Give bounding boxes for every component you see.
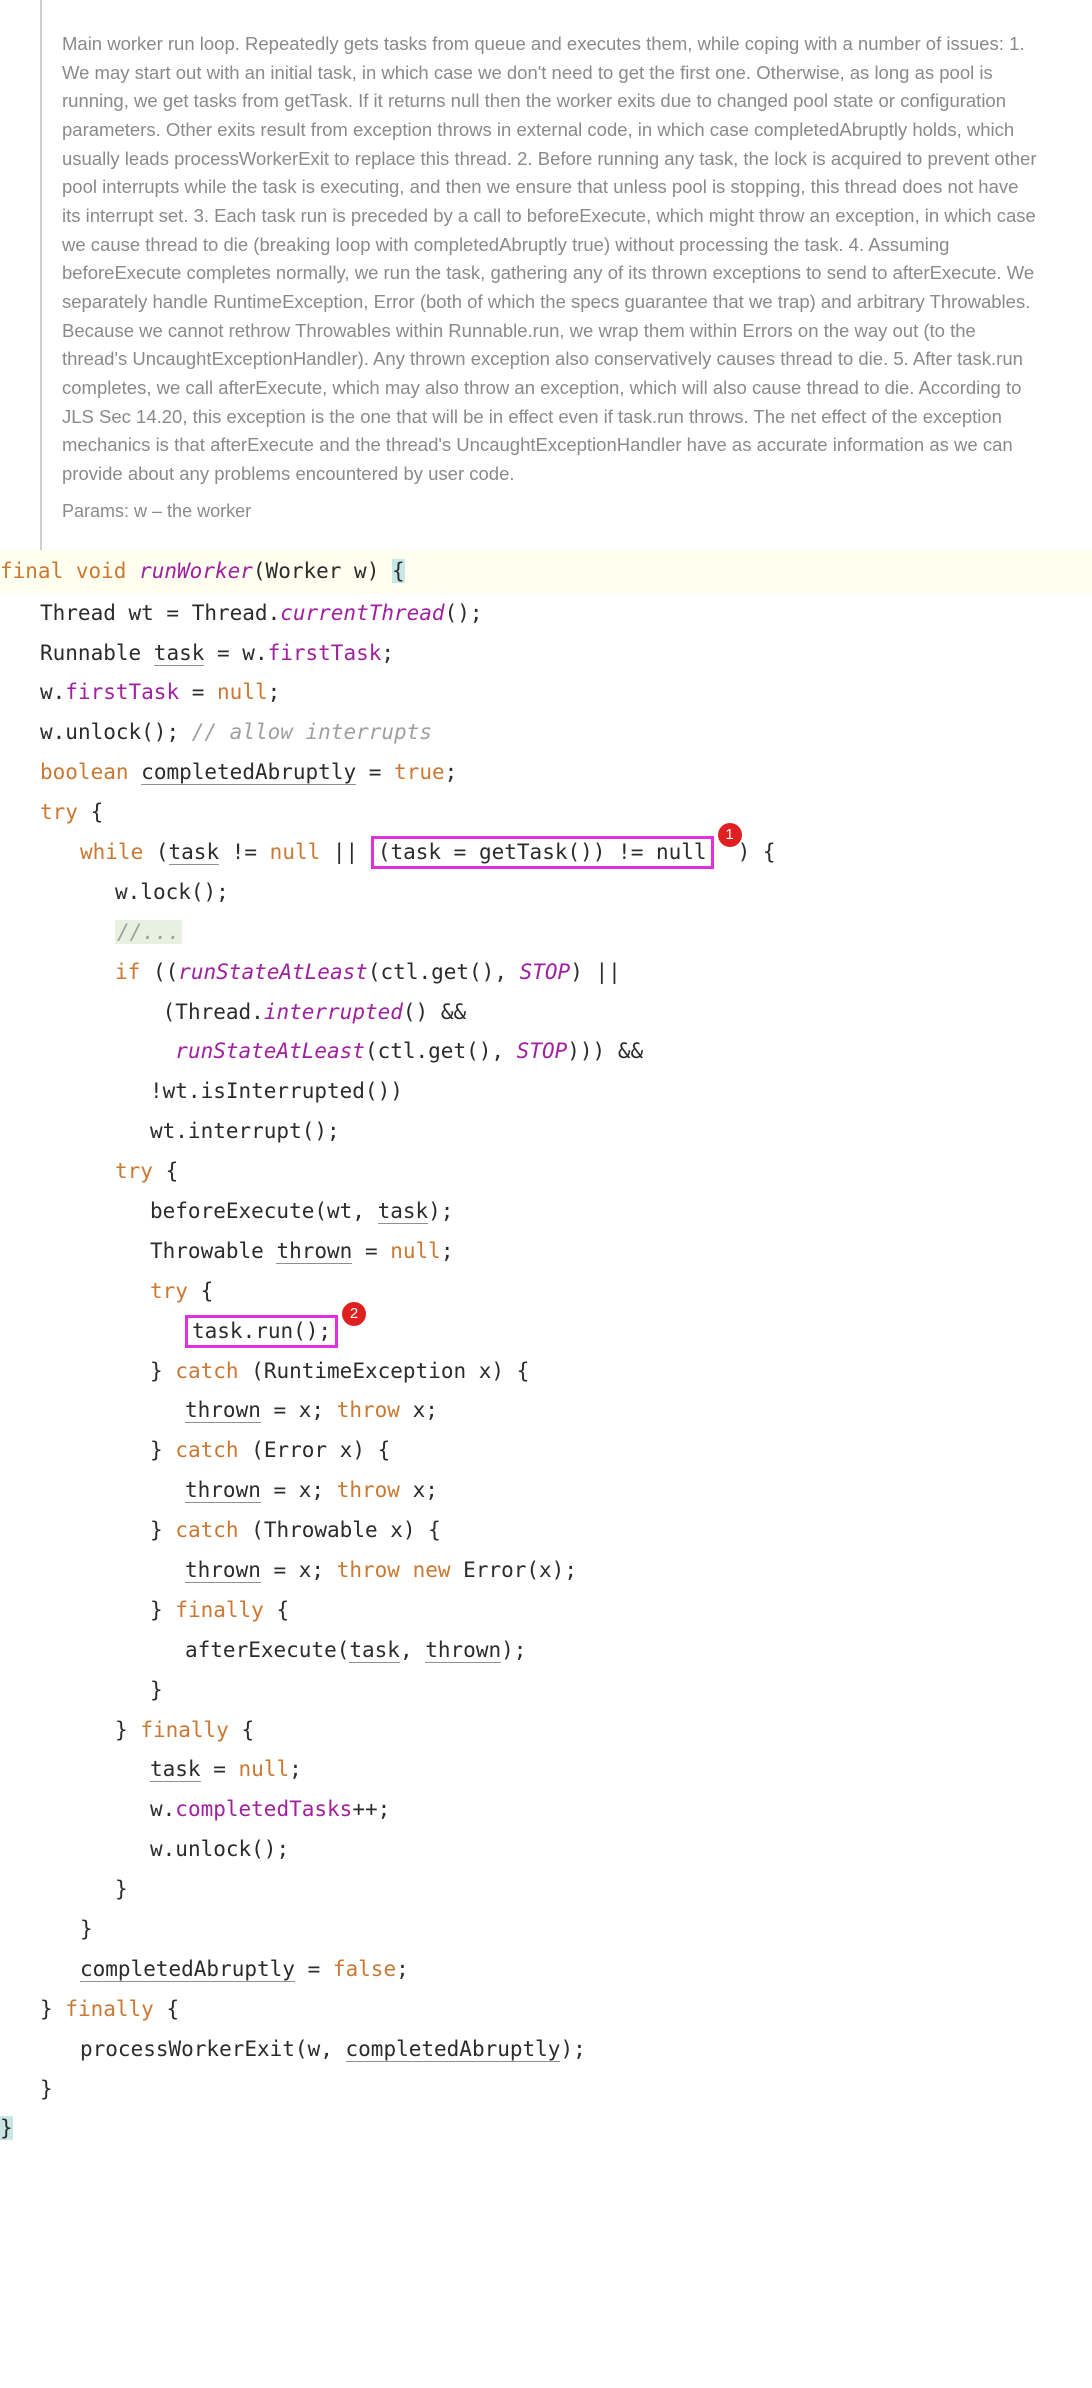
code-line: Throwable thrown = null;	[0, 1232, 1092, 1272]
params-value: w – the worker	[134, 501, 251, 521]
code-line: } catch (Error x) {	[0, 1431, 1092, 1471]
code-line: task = null;	[0, 1750, 1092, 1790]
javadoc-params: Params: w – the worker	[62, 501, 1042, 522]
highlight-box-2: task.run();	[185, 1315, 338, 1348]
code-line: if ((runStateAtLeast(ctl.get(), STOP) ||	[0, 953, 1092, 993]
code-line: } catch (Throwable x) {	[0, 1511, 1092, 1551]
code-line: } finally {	[0, 1591, 1092, 1631]
code-line: } catch (RuntimeException x) {	[0, 1352, 1092, 1392]
method-close-brace: }	[0, 2109, 1092, 2149]
code-line: completedAbruptly = false;	[0, 1950, 1092, 1990]
code-line: !wt.isInterrupted())	[0, 1072, 1092, 1112]
code-line: thrown = x; throw new Error(x);	[0, 1551, 1092, 1591]
code-line: }	[0, 1870, 1092, 1910]
code-line: w.unlock();	[0, 1830, 1092, 1870]
code-line: thrown = x; throw x;	[0, 1471, 1092, 1511]
code-line: } finally {	[0, 1990, 1092, 2030]
code-line: runStateAtLeast(ctl.get(), STOP))) &&	[0, 1032, 1092, 1072]
code-line: Runnable task = w.firstTask;	[0, 634, 1092, 674]
code-line: }	[0, 1671, 1092, 1711]
code-line: thrown = x; throw x;	[0, 1391, 1092, 1431]
code-line: processWorkerExit(w, completedAbruptly);	[0, 2030, 1092, 2070]
code-line: }	[0, 2070, 1092, 2110]
highlight-box-1: (task = getTask()) != null	[371, 836, 714, 869]
javadoc-comment: Main worker run loop. Repeatedly gets ta…	[62, 30, 1042, 489]
brace-highlight: {	[392, 559, 405, 583]
annotation-badge-1: 1	[718, 823, 742, 847]
code-line: w.completedTasks++;	[0, 1790, 1092, 1830]
code-line: try {	[0, 1272, 1092, 1312]
code-line: beforeExecute(wt, task);	[0, 1192, 1092, 1232]
code-line: Thread wt = Thread.currentThread();	[0, 594, 1092, 634]
code-line: w.unlock(); // allow interrupts	[0, 713, 1092, 753]
code-block: final void runWorker(Worker w) { Thread …	[0, 550, 1092, 2150]
params-label: Params:	[62, 501, 129, 521]
code-line: try {	[0, 793, 1092, 833]
method-signature: final void runWorker(Worker w) {	[0, 550, 1092, 594]
code-line: (Thread.interrupted() &&	[0, 993, 1092, 1033]
code-doc-container: Main worker run loop. Repeatedly gets ta…	[40, 0, 1092, 550]
code-line: //...	[0, 913, 1092, 953]
code-line: w.lock();	[0, 873, 1092, 913]
task-run-line: task.run();2	[0, 1312, 1092, 1352]
code-line: try {	[0, 1152, 1092, 1192]
code-line: afterExecute(task, thrown);	[0, 1631, 1092, 1671]
code-line: wt.interrupt();	[0, 1112, 1092, 1152]
code-line: boolean completedAbruptly = true;	[0, 753, 1092, 793]
code-line: }	[0, 1910, 1092, 1950]
annotation-badge-2: 2	[342, 1302, 366, 1326]
code-line: } finally {	[0, 1711, 1092, 1751]
code-line: w.firstTask = null;	[0, 673, 1092, 713]
while-line: while (task != null || (task = getTask()…	[0, 833, 1092, 873]
